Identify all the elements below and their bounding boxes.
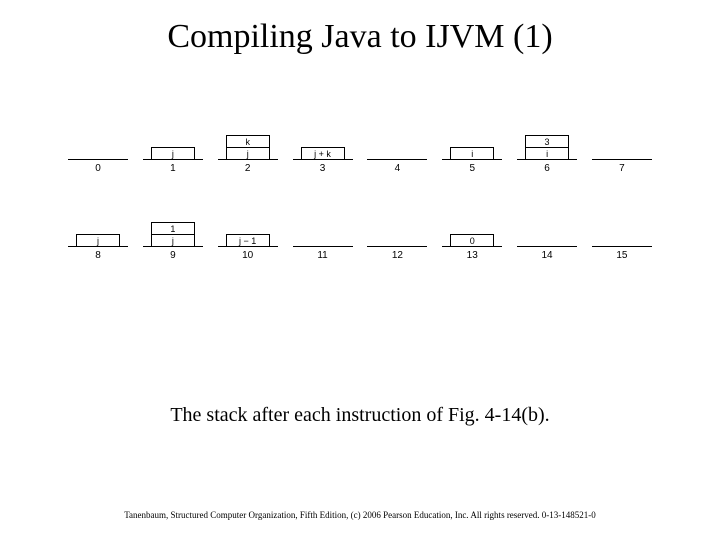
stack-index-label: 7 xyxy=(619,163,625,174)
stack-column: kj 2 xyxy=(218,135,278,174)
stack-baseline xyxy=(442,159,502,160)
page-title: Compiling Java to IJVM (1) xyxy=(0,18,720,56)
stack-baseline xyxy=(143,246,203,247)
stack-cell: j − 1 xyxy=(226,234,270,246)
stack: j xyxy=(76,234,120,246)
stack-baseline xyxy=(592,159,652,160)
stack-index-label: 5 xyxy=(469,163,475,174)
stack-cell: k xyxy=(226,135,270,147)
stack-row: 0j1kj2j + k34i53i67 xyxy=(68,135,652,174)
stack-baseline xyxy=(592,246,652,247)
stack-baseline xyxy=(218,159,278,160)
stack-cell: 3 xyxy=(525,135,569,147)
stack-column: 013 xyxy=(442,234,502,261)
stack-index-label: 10 xyxy=(242,250,253,261)
stack-diagram: 0j1kj2j + k34i53i67j81j9j − 110111201314… xyxy=(68,135,652,261)
stack-cell: j + k xyxy=(301,147,345,159)
stack-column: 7 xyxy=(592,159,652,174)
stack: 0 xyxy=(450,234,494,246)
slide: Compiling Java to IJVM (1) 0j1kj2j + k34… xyxy=(0,0,720,540)
stack-column: 4 xyxy=(367,159,427,174)
stack-index-label: 0 xyxy=(95,163,101,174)
stack-column: j1 xyxy=(143,147,203,174)
stack-column: 12 xyxy=(367,246,427,261)
stack-index-label: 3 xyxy=(320,163,326,174)
stack-column: j8 xyxy=(68,234,128,261)
stack-column: j − 1 10 xyxy=(218,234,278,261)
stack-index-label: 9 xyxy=(170,250,176,261)
stack-baseline xyxy=(68,159,128,160)
copyright-footer: Tanenbaum, Structured Computer Organizat… xyxy=(0,510,720,520)
stack-cell: 1 xyxy=(151,222,195,234)
stack-baseline xyxy=(517,159,577,160)
stack: kj xyxy=(226,135,270,159)
stack-column: 11 xyxy=(293,246,353,261)
stack: 1j xyxy=(151,222,195,246)
stack-index-label: 6 xyxy=(544,163,550,174)
figure-caption: The stack after each instruction of Fig.… xyxy=(0,404,720,427)
stack-baseline xyxy=(218,246,278,247)
stack-column: j + k 3 xyxy=(293,147,353,174)
stack-cell: i xyxy=(525,147,569,159)
stack: 3i xyxy=(525,135,569,159)
stack-index-label: 11 xyxy=(317,250,327,261)
stack-cell: 0 xyxy=(450,234,494,246)
stack-index-label: 1 xyxy=(170,163,176,174)
stack-cell: j xyxy=(151,147,195,159)
stack-index-label: 12 xyxy=(392,250,403,261)
stack-index-label: 15 xyxy=(616,250,627,261)
stack-column: 3i 6 xyxy=(517,135,577,174)
stack-column: 1j 9 xyxy=(143,222,203,261)
stack: j + k xyxy=(301,147,345,159)
stack-baseline xyxy=(68,246,128,247)
stack-index-label: 14 xyxy=(542,250,553,261)
stack-column: i5 xyxy=(442,147,502,174)
stack-cell: j xyxy=(226,147,270,159)
stack-baseline xyxy=(517,246,577,247)
stack-baseline xyxy=(293,159,353,160)
stack-cell: i xyxy=(450,147,494,159)
stack: i xyxy=(450,147,494,159)
stack-baseline xyxy=(367,159,427,160)
stack-cell: j xyxy=(151,234,195,246)
stack-column: 14 xyxy=(517,246,577,261)
stack-index-label: 4 xyxy=(395,163,401,174)
stack-column: 15 xyxy=(592,246,652,261)
stack-index-label: 8 xyxy=(95,250,101,261)
stack-column: 0 xyxy=(68,159,128,174)
stack-cell: j xyxy=(76,234,120,246)
stack: j xyxy=(151,147,195,159)
stack-baseline xyxy=(143,159,203,160)
stack-index-label: 2 xyxy=(245,163,251,174)
stack-row: j81j9j − 11011120131415 xyxy=(68,222,652,261)
stack-baseline xyxy=(367,246,427,247)
stack-baseline xyxy=(293,246,353,247)
stack-index-label: 13 xyxy=(467,250,478,261)
stack-baseline xyxy=(442,246,502,247)
stack: j − 1 xyxy=(226,234,270,246)
